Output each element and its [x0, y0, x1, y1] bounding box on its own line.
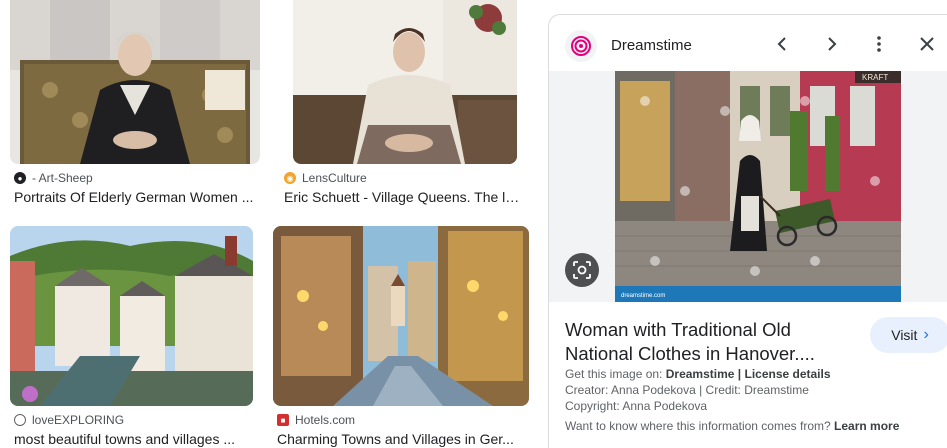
woman-traditional-clothes-image: KRAFT dreamstime.com [615, 71, 901, 302]
hotels-favicon: ■ [277, 414, 289, 426]
chevron-right-icon [828, 37, 837, 51]
portrait-elderly-woman-image [10, 0, 260, 164]
result-source-2[interactable]: ◉ LensCulture [284, 171, 367, 185]
more-vert-icon [877, 36, 881, 52]
license-details-link[interactable]: License details [744, 367, 830, 381]
get-image-site-link[interactable]: Dreamstime [666, 367, 735, 381]
result-image-2[interactable] [293, 0, 517, 164]
previous-result-button[interactable] [771, 32, 795, 56]
result-title-2[interactable]: Eric Schuett - Village Queens. The la... [284, 189, 524, 205]
chevron-left-icon [777, 37, 786, 51]
visit-label: Visit [891, 327, 918, 343]
result-source-label: LensCulture [302, 171, 367, 185]
village-queen-portrait-image [293, 0, 517, 164]
creator-line: Creator: Anna Podekova | Credit: Dreamst… [565, 383, 809, 397]
next-result-button[interactable] [819, 32, 843, 56]
know-where-text: Want to know where this information come… [565, 419, 831, 433]
more-options-button[interactable] [867, 32, 891, 56]
result-source-label: Hotels.com [295, 413, 356, 427]
result-image-1[interactable] [10, 0, 260, 164]
result-title-4[interactable]: Charming Towns and Villages in Ger... [277, 431, 522, 447]
panel-site-name: Dreamstime [611, 37, 692, 54]
lensculture-favicon: ◉ [284, 172, 296, 184]
info-source-line: Want to know where this information come… [565, 419, 899, 433]
result-title-3[interactable]: most beautiful towns and villages ... [14, 431, 249, 447]
shop-sign-text: KRAFT [862, 73, 888, 82]
preview-image[interactable]: KRAFT dreamstime.com [615, 71, 901, 302]
result-source-4[interactable]: ■ Hotels.com [277, 413, 355, 427]
panel-result-title[interactable]: Woman with Traditional Old National Clot… [565, 318, 855, 366]
result-title-1[interactable]: Portraits Of Elderly German Women ... [14, 189, 259, 205]
result-source-label: loveEXPLORING [32, 413, 125, 427]
result-image-4[interactable] [273, 226, 529, 406]
globe-icon [14, 414, 26, 426]
get-image-prefix: Get this image on: [565, 367, 663, 381]
rothenburg-street-image [273, 226, 529, 406]
dreamstime-logo-icon [565, 30, 597, 62]
visual-search-button[interactable] [565, 253, 599, 287]
learn-more-link[interactable]: Learn more [834, 419, 899, 433]
close-icon [920, 37, 934, 51]
result-source-label: - Art-Sheep [32, 171, 93, 185]
result-image-3[interactable] [10, 226, 253, 406]
image-preview-panel: Dreamstime KRAFT dreamstime.com Woman wi… [548, 14, 947, 448]
lens-icon [573, 261, 591, 279]
result-source-3[interactable]: loveEXPLORING [14, 413, 124, 427]
art-sheep-favicon: ● [14, 172, 26, 184]
meta-separator: | [737, 367, 742, 381]
close-panel-button[interactable] [915, 32, 939, 56]
get-image-line: Get this image on: Dreamstime | License … [565, 367, 831, 381]
panel-header: Dreamstime [549, 15, 947, 73]
copyright-line: Copyright: Anna Podekova [565, 399, 708, 413]
result-source-1[interactable]: ● - Art-Sheep [14, 171, 93, 185]
chevron-right-icon: › [923, 326, 929, 343]
visit-button[interactable]: Visit › [870, 317, 947, 353]
monschau-town-image [10, 226, 253, 406]
watermark-caption: dreamstime.com [621, 293, 665, 299]
